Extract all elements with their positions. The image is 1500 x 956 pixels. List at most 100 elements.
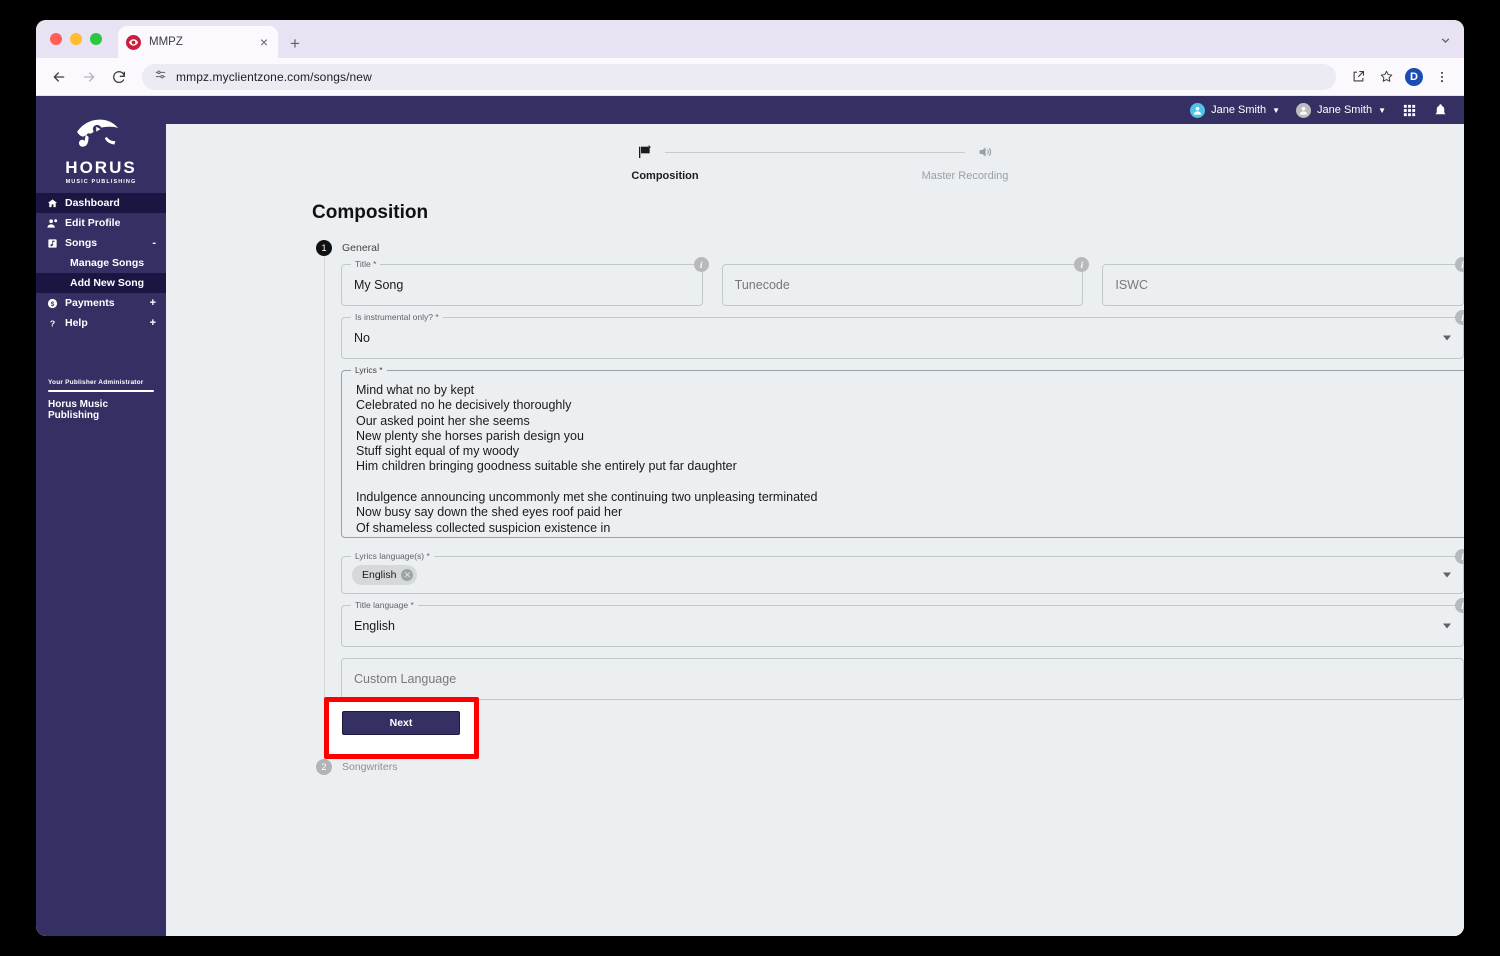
lyric-line: Our asked point her she seems: [356, 413, 530, 428]
sidebar-item-dashboard[interactable]: Dashboard: [36, 193, 166, 213]
sidebar-item-label: Edit Profile: [65, 217, 121, 229]
lyric-line: Of shameless collected suspicion existen…: [356, 520, 611, 535]
sidebar: HORUS MUSIC PUBLISHING Dashboard Edit Pr…: [36, 96, 166, 936]
stepper-connector: [665, 151, 965, 153]
brand-tagline: MUSIC PUBLISHING: [65, 179, 137, 185]
page-title: Composition: [312, 202, 429, 223]
info-icon[interactable]: i: [1455, 549, 1464, 564]
stepper-label-master-recording[interactable]: Master Recording: [885, 170, 1045, 182]
info-icon[interactable]: i: [1455, 310, 1464, 325]
sidebar-subitem-add-new-song[interactable]: Add New Song: [36, 273, 166, 293]
home-icon: [46, 198, 58, 209]
reload-icon[interactable]: [106, 64, 132, 90]
title-field[interactable]: Title * My Song i: [341, 257, 709, 306]
browser-tab-strip: MMPZ × +: [36, 20, 1464, 58]
page-content: Composition Master Recording Composition…: [166, 124, 1464, 936]
lyric-line: Stuff sight equal of my woody: [356, 444, 520, 459]
form-row-custom-language: Custom Language: [341, 658, 1464, 700]
info-icon[interactable]: i: [693, 257, 709, 272]
lyric-line: Him children bringing goodness suitable …: [356, 459, 737, 474]
remove-chip-icon[interactable]: ✕: [401, 569, 414, 581]
chevron-down-icon[interactable]: [1439, 34, 1464, 58]
site-settings-icon[interactable]: [154, 68, 167, 86]
next-button[interactable]: Next: [342, 711, 460, 735]
more-menu-icon[interactable]: [1430, 65, 1454, 89]
stepper-label-composition[interactable]: Composition: [585, 170, 745, 182]
title-language-select[interactable]: Title language * English i: [341, 598, 1464, 647]
lyrics-language-select[interactable]: Lyrics language(s) * English ✕ i: [341, 549, 1464, 594]
page-viewport: HORUS MUSIC PUBLISHING Dashboard Edit Pr…: [36, 96, 1464, 936]
back-arrow-icon[interactable]: [46, 64, 72, 90]
sidebar-item-edit-profile[interactable]: Edit Profile: [36, 213, 166, 233]
lyric-line: Mind what no by kept: [356, 383, 475, 397]
tunecode-field[interactable]: Tunecode i: [721, 257, 1090, 306]
section-songwriters[interactable]: 2 Songwriters: [316, 759, 1464, 775]
custom-language-placeholder: Custom Language: [354, 672, 457, 686]
brand-logo[interactable]: HORUS MUSIC PUBLISHING: [36, 96, 166, 193]
expander: +: [149, 317, 156, 329]
horus-eye-logo-icon: [77, 119, 119, 147]
notification-bell-icon[interactable]: [1433, 103, 1448, 118]
brand-name: HORUS: [65, 158, 137, 177]
user-edit-icon: [46, 218, 58, 229]
browser-tab[interactable]: MMPZ ×: [118, 26, 278, 58]
browser-toolbar: mmpz.myclientzone.com/songs/new D: [36, 58, 1464, 96]
field-legend: Title *: [351, 259, 381, 270]
profile-avatar[interactable]: D: [1402, 65, 1426, 89]
form-row-instrumental: Is instrumental only? * No i: [341, 310, 1464, 359]
form-row-title-language: Title language * English i: [341, 598, 1464, 647]
field-legend: Is instrumental only? *: [351, 312, 443, 323]
section-general: 1 General Title * My Song i Tunecode i I…: [316, 240, 1464, 759]
main-column: Jane Smith ▼ Jane Smith ▼ Composition Ma…: [166, 96, 1464, 936]
address-bar-url: mmpz.myclientzone.com/songs/new: [176, 69, 372, 84]
maximize-window-button[interactable]: [90, 33, 102, 45]
tab-title: MMPZ: [149, 36, 183, 48]
info-icon[interactable]: i: [1074, 257, 1090, 272]
close-icon[interactable]: ×: [258, 35, 270, 49]
expander: -: [152, 237, 156, 249]
minimize-window-button[interactable]: [70, 33, 82, 45]
lyric-line: Indulgence announcing uncommonly met she…: [356, 490, 818, 505]
section-body: Title * My Song i Tunecode i ISWC i Is i…: [324, 256, 1464, 759]
iswc-field[interactable]: ISWC i: [1102, 257, 1464, 306]
sidebar-item-payments[interactable]: $ Payments +: [36, 293, 166, 313]
sidebar-subitem-label: Manage Songs: [70, 257, 145, 269]
lyric-blank-line: [356, 475, 1464, 490]
forward-arrow-icon[interactable]: [76, 64, 102, 90]
custom-language-field[interactable]: Custom Language: [341, 658, 1464, 700]
sidebar-item-label: Payments: [65, 297, 115, 309]
sidebar-item-songs[interactable]: Songs -: [36, 233, 166, 253]
user-menu-primary[interactable]: Jane Smith ▼: [1190, 102, 1280, 118]
info-icon[interactable]: i: [1455, 257, 1464, 272]
instrumental-select[interactable]: Is instrumental only? * No i: [341, 310, 1464, 359]
chevron-down-icon: [1443, 623, 1451, 629]
field-legend: Lyrics language(s) *: [351, 551, 434, 562]
bookmark-star-icon[interactable]: [1374, 65, 1398, 89]
sidebar-item-help[interactable]: ? Help +: [36, 313, 166, 333]
user-menu-secondary[interactable]: Jane Smith ▼: [1296, 102, 1386, 118]
avatar: [1296, 102, 1312, 118]
grid-apps-icon[interactable]: [1402, 103, 1417, 118]
section-title: General: [342, 242, 380, 254]
section-header[interactable]: 1 General: [316, 240, 1464, 256]
form-row-identifiers: Title * My Song i Tunecode i ISWC i: [341, 257, 1464, 306]
user-name: Jane Smith: [1211, 104, 1267, 116]
language-chip[interactable]: English ✕: [352, 565, 418, 585]
info-icon[interactable]: i: [1455, 598, 1464, 613]
step-number-badge: 1: [316, 240, 332, 256]
iswc-placeholder: ISWC: [1115, 278, 1148, 292]
profile-initial: D: [1405, 67, 1423, 86]
close-window-button[interactable]: [50, 33, 62, 45]
new-tab-button[interactable]: +: [290, 35, 300, 52]
address-bar[interactable]: mmpz.myclientzone.com/songs/new: [142, 63, 1336, 90]
lyric-line: Celebrated no he decisively thoroughly: [356, 398, 572, 413]
speaker-volume-icon[interactable]: [977, 144, 993, 160]
lyrics-textarea[interactable]: Lyrics * Mind what no by kept Celebrated …: [341, 365, 1464, 538]
share-icon[interactable]: [1346, 65, 1370, 89]
compose-note-icon[interactable]: [637, 144, 653, 160]
app-header: Jane Smith ▼ Jane Smith ▼: [166, 96, 1464, 124]
sidebar-subitem-manage-songs[interactable]: Manage Songs: [36, 253, 166, 273]
publisher-caption: Your Publisher Administrator: [48, 379, 144, 386]
sidebar-item-label: Help: [65, 317, 88, 329]
